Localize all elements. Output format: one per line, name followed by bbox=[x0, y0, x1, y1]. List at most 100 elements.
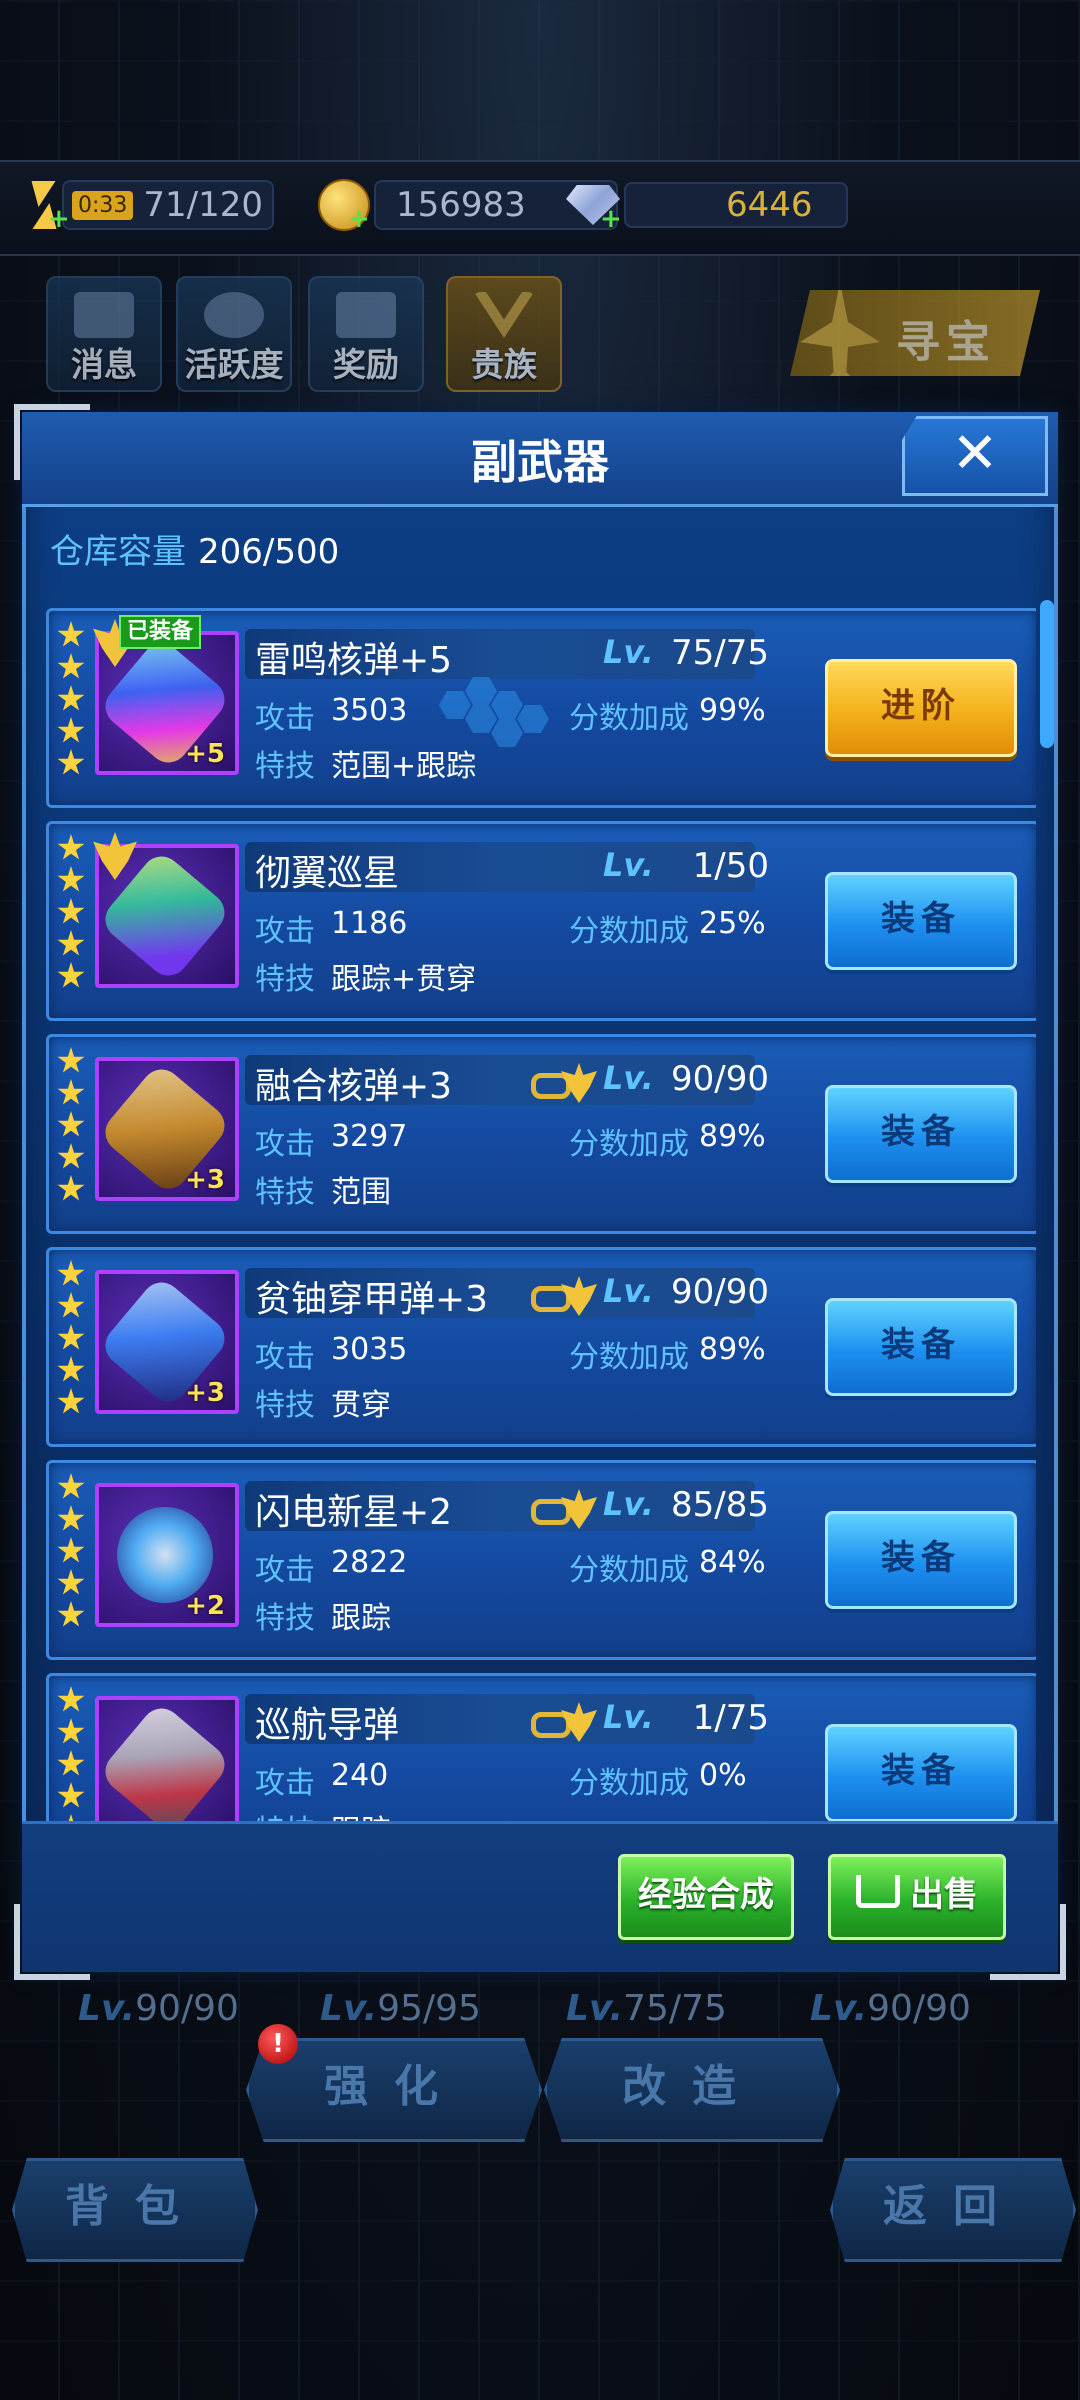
star-icon bbox=[57, 930, 85, 956]
skill-label: 特技 bbox=[255, 749, 315, 784]
treasure-hunt-button[interactable]: 寻宝 bbox=[790, 290, 1040, 376]
noble-button[interactable]: 贵族 bbox=[446, 276, 562, 392]
weapon-thumbnail[interactable]: +3 bbox=[95, 1057, 239, 1201]
sell-label: 出售 bbox=[831, 1857, 1003, 1933]
star-rating bbox=[57, 834, 87, 994]
score-bonus-value: 89% bbox=[699, 1332, 766, 1367]
weapon-item[interactable]: +3 融合核弹+3 Lv. 90/90 攻击 3297 分数加成 89% 特技 … bbox=[46, 1034, 1036, 1234]
star-icon bbox=[57, 866, 85, 892]
weapon-name: 融合核弹+3 bbox=[255, 1066, 453, 1107]
panel-footer: 经验合成 出售 bbox=[22, 1821, 1058, 1972]
weapon-name: 雷鸣核弹+5 bbox=[255, 640, 453, 681]
skill-label: 特技 bbox=[255, 1601, 315, 1636]
star-icon bbox=[57, 1260, 85, 1286]
equip-button[interactable]: 装备 bbox=[825, 1511, 1017, 1609]
equip-button[interactable]: 装备 bbox=[825, 1724, 1017, 1822]
attack-label: 攻击 bbox=[255, 1553, 315, 1588]
equip-button[interactable]: 装备 bbox=[825, 872, 1017, 970]
star-icon bbox=[57, 1505, 85, 1531]
star-icon bbox=[57, 1686, 85, 1712]
gem-resource[interactable]: + 6446 bbox=[566, 180, 848, 234]
add-coins-icon[interactable]: + bbox=[348, 204, 370, 234]
star-icon bbox=[57, 834, 85, 860]
level-value: 85/85 bbox=[671, 1485, 769, 1525]
level-value: 1/50 bbox=[692, 846, 769, 886]
weapon-item[interactable]: +5 已装备 雷鸣核弹+5 Lv. 75/75 攻击 3503 分数加成 99%… bbox=[46, 608, 1036, 808]
exp-synthesis-button[interactable]: 经验合成 bbox=[618, 1854, 794, 1940]
equipped-tag: 已装备 bbox=[119, 615, 202, 649]
weapon-thumbnail[interactable]: +3 bbox=[95, 1270, 239, 1414]
star-icon bbox=[57, 621, 85, 647]
sell-button[interactable]: 出售 bbox=[828, 1854, 1006, 1940]
star-icon bbox=[57, 1175, 85, 1201]
attack-label: 攻击 bbox=[255, 701, 315, 736]
add-gems-icon[interactable]: + bbox=[600, 204, 622, 234]
bag-label: 背包 bbox=[65, 2181, 205, 2232]
star-rating bbox=[57, 621, 87, 781]
level-label: Lv. bbox=[603, 1059, 654, 1097]
storage-capacity: 仓库容量 206/500 bbox=[50, 524, 339, 573]
gems-value: 6446 bbox=[726, 185, 813, 225]
star-icon bbox=[57, 1601, 85, 1627]
level-label: Lv. bbox=[603, 633, 654, 671]
equip-button[interactable]: 装备 bbox=[825, 1298, 1017, 1396]
attack-value: 3503 bbox=[331, 693, 408, 728]
back-button[interactable]: 返回 bbox=[830, 2158, 1076, 2262]
weapon-thumbnail[interactable]: +2 bbox=[95, 1483, 239, 1627]
weapon-item[interactable]: 巡航导弹 Lv. 1/75 攻击 240 分数加成 0% 特技 跟踪 装备 bbox=[46, 1673, 1036, 1822]
slot-level-4: Lv.90/90 bbox=[810, 1988, 971, 2029]
rewards-button[interactable]: 奖励 bbox=[308, 276, 424, 392]
energy-resource[interactable]: + 0:33 71/120 bbox=[22, 180, 274, 234]
chain-crown-icon bbox=[531, 1063, 601, 1103]
upgrade-level-badge: +5 bbox=[185, 739, 225, 769]
gems-pill: 6446 bbox=[624, 182, 848, 228]
score-bonus-value: 84% bbox=[699, 1545, 766, 1580]
star-rating bbox=[57, 1047, 87, 1207]
advance-button[interactable]: 进阶 bbox=[825, 659, 1017, 757]
scrollbar-thumb[interactable] bbox=[1040, 600, 1054, 748]
skill-value: 跟踪 bbox=[331, 1806, 391, 1822]
treasure-label: 寻宝 bbox=[896, 317, 996, 368]
modify-button[interactable]: 改造 bbox=[544, 2038, 840, 2142]
skill-value: 范围+跟踪 bbox=[331, 749, 477, 784]
close-button[interactable]: ✕ bbox=[902, 416, 1048, 496]
noble-label: 贵族 bbox=[471, 345, 537, 384]
level-value: 75/75 bbox=[671, 633, 769, 673]
star-icon bbox=[57, 1750, 85, 1776]
sell-text: 出售 bbox=[910, 1875, 978, 1915]
star-icon bbox=[57, 1324, 85, 1350]
weapon-thumbnail[interactable] bbox=[95, 1696, 239, 1822]
level-label: Lv. bbox=[603, 1485, 654, 1523]
weapon-item[interactable]: +2 闪电新星+2 Lv. 85/85 攻击 2822 分数加成 84% 特技 … bbox=[46, 1460, 1036, 1660]
attack-label: 攻击 bbox=[255, 1766, 315, 1801]
upgrade-level-badge: +3 bbox=[185, 1165, 225, 1195]
weapon-name: 贫铀穿甲弹+3 bbox=[255, 1279, 489, 1320]
energy-pill: 0:33 71/120 bbox=[62, 180, 274, 230]
messages-button[interactable]: 消息 bbox=[46, 276, 162, 392]
equip-label: 装备 bbox=[881, 1325, 961, 1365]
equip-button[interactable]: 装备 bbox=[825, 1085, 1017, 1183]
star-icon bbox=[57, 653, 85, 679]
equip-label: 装备 bbox=[881, 1751, 961, 1791]
attack-value: 2822 bbox=[331, 1545, 408, 1580]
weapon-item[interactable]: +3 贫铀穿甲弹+3 Lv. 90/90 攻击 3035 分数加成 89% 特技… bbox=[46, 1247, 1036, 1447]
star-icon bbox=[57, 717, 85, 743]
weapon-list[interactable]: +5 已装备 雷鸣核弹+5 Lv. 75/75 攻击 3503 分数加成 99%… bbox=[46, 594, 1036, 1822]
list-scrollbar[interactable] bbox=[1040, 594, 1054, 1822]
activity-button[interactable]: 活跃度 bbox=[176, 276, 292, 392]
level-value: 1/75 bbox=[692, 1698, 769, 1738]
star-icon bbox=[57, 1356, 85, 1382]
bag-button[interactable]: 背包 bbox=[12, 2158, 258, 2262]
score-bonus-label: 分数加成 bbox=[569, 1766, 689, 1801]
weapon-item[interactable]: 彻翼巡星 Lv. 1/50 攻击 1186 分数加成 25% 特技 跟踪+贯穿 … bbox=[46, 821, 1036, 1021]
score-bonus-label: 分数加成 bbox=[569, 1127, 689, 1162]
attack-value: 240 bbox=[331, 1758, 389, 1793]
score-bonus-label: 分数加成 bbox=[569, 1553, 689, 1588]
slot-level-2: Lv.95/95 bbox=[320, 1988, 481, 2029]
skill-value: 跟踪 bbox=[331, 1601, 391, 1636]
add-energy-icon[interactable]: + bbox=[48, 204, 70, 234]
energy-timer: 0:33 bbox=[72, 190, 134, 220]
star-icon bbox=[57, 1473, 85, 1499]
jet-icon bbox=[800, 290, 880, 376]
skill-label: 特技 bbox=[255, 1388, 315, 1423]
